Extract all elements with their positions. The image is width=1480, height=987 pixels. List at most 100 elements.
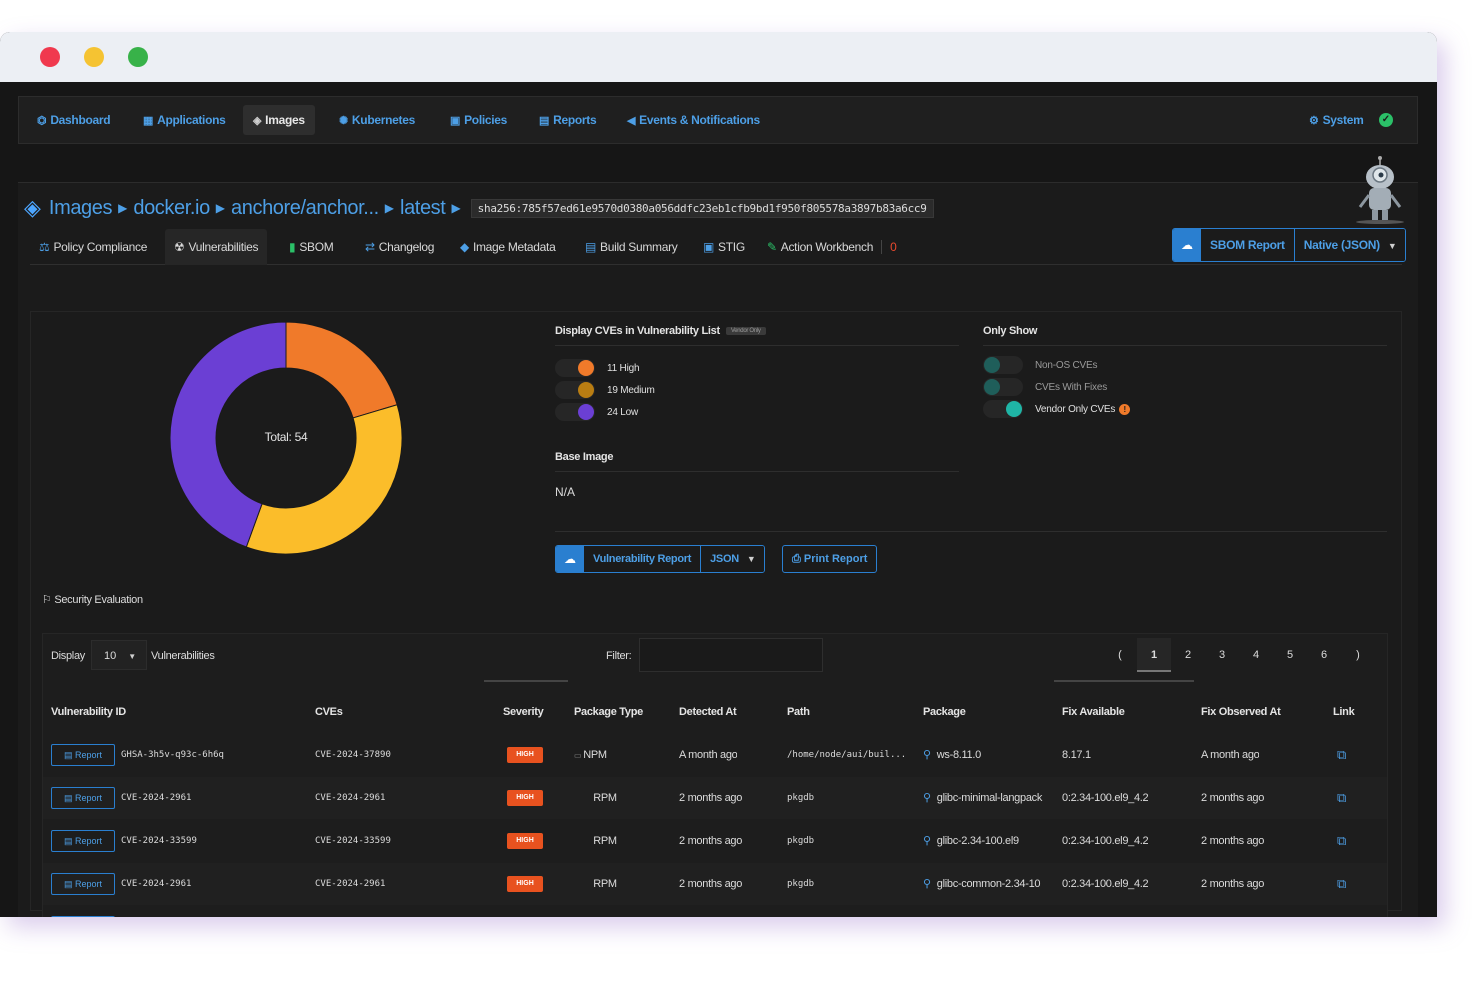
nav-system[interactable]: ⚙System (1299, 105, 1373, 135)
cve-id: CVE-2024-37890 (315, 734, 391, 776)
toggle-switch[interactable] (983, 378, 1023, 396)
report-format-dropdown[interactable]: JSON▼ (700, 546, 764, 572)
toggle-switch[interactable] (983, 356, 1023, 374)
toggle-switch[interactable] (555, 403, 595, 421)
package[interactable]: ⚲glibc-2.34-100.el9 (923, 820, 1059, 862)
report-button[interactable]: ▤ Report (51, 787, 115, 809)
tab-stig[interactable]: ▣STIG (694, 229, 754, 265)
column-header-fix-observed-at[interactable]: Fix Observed At (1201, 692, 1280, 732)
package[interactable]: ⚲glibc-common-2.34-10 (923, 906, 1059, 917)
toggle-low[interactable]: 24 Low (555, 403, 638, 421)
search-icon[interactable]: ⚲ (923, 749, 931, 761)
top-navbar: ⏣Dashboard ▦Applications ◈Images ✺Kubern… (18, 96, 1418, 144)
pagination-page-2[interactable]: 2 (1171, 638, 1205, 672)
workbench-count-badge: 0 (881, 240, 896, 254)
column-header-link[interactable]: Link (1333, 692, 1354, 732)
external-link-icon[interactable]: ⧉ (1337, 790, 1346, 806)
toggle-switch[interactable] (555, 381, 595, 399)
nav-events-notifications[interactable]: ◀Events & Notifications (617, 105, 770, 135)
nav-dashboard[interactable]: ⏣Dashboard (27, 105, 120, 135)
pagination-page-1[interactable]: 1 (1137, 638, 1171, 672)
minimize-window-button[interactable] (84, 47, 104, 67)
tab-changelog[interactable]: ⇄Changelog (356, 229, 443, 265)
filter-input[interactable] (639, 638, 823, 672)
column-header-vulnerability-id[interactable]: Vulnerability ID (51, 692, 126, 732)
external-link-icon[interactable]: ⧉ (1337, 747, 1346, 763)
donut-slice-medium[interactable] (246, 405, 402, 554)
cloud-download-icon[interactable]: ☁ (556, 546, 584, 572)
breadcrumb-repository[interactable]: anchore/anchor... (231, 197, 379, 220)
security-evaluation-label[interactable]: ⚐ Security Evaluation (42, 593, 143, 606)
column-header-detected-at[interactable]: Detected At (679, 692, 736, 732)
toggle-medium[interactable]: 19 Medium (555, 381, 655, 399)
column-header-cves[interactable]: CVEs (315, 692, 343, 732)
search-icon[interactable]: ⚲ (923, 878, 931, 890)
external-link-icon[interactable]: ⧉ (1337, 833, 1346, 849)
fix-available: 0:2.34-100.el9_4.2 (1062, 777, 1148, 819)
toggle-switch[interactable] (983, 400, 1023, 418)
column-header-package-type[interactable]: Package Type (574, 692, 643, 732)
breadcrumb-separator-icon: ▶ (118, 201, 127, 215)
toggle-vendor-only-cves[interactable]: Vendor Only CVEs! (983, 400, 1130, 418)
package[interactable]: ⚲ws-8.11.0 (923, 734, 1059, 776)
donut-slice-high[interactable] (286, 322, 397, 418)
nav-images[interactable]: ◈Images (243, 105, 315, 135)
report-button[interactable]: ▤ Report (51, 873, 115, 895)
pagination-page-5[interactable]: 5 (1273, 638, 1307, 672)
search-icon[interactable]: ⚲ (923, 792, 931, 804)
column-header-package[interactable]: Package (923, 692, 966, 732)
tab-sbom[interactable]: ▮SBOM (280, 229, 342, 265)
column-header-fix-available[interactable]: Fix Available (1062, 692, 1125, 732)
column-header-severity[interactable]: Severity (503, 692, 543, 732)
page-size-select[interactable]: 10▼ (91, 640, 147, 670)
nav-applications[interactable]: ▦Applications (133, 105, 236, 135)
tab-action-workbench[interactable]: ✎Action Workbench0 (758, 229, 906, 265)
breadcrumb-tag[interactable]: latest (400, 197, 445, 220)
sbom-report-button[interactable]: SBOM Report (1201, 229, 1294, 261)
maximize-window-button[interactable] (128, 47, 148, 67)
package[interactable]: ⚲glibc-minimal-langpack (923, 777, 1059, 819)
report-icon: ▤ (64, 879, 75, 889)
package[interactable]: ⚲glibc-common-2.34-10 (923, 863, 1059, 905)
toggle-high[interactable]: 11 High (555, 359, 639, 377)
gear-icon: ⚙ (1309, 115, 1319, 127)
biohazard-icon: ☢ (174, 240, 184, 254)
report-button[interactable]: ▤ Report (51, 744, 115, 766)
pagination-next[interactable]: ) (1341, 638, 1375, 672)
info-icon[interactable]: ! (1119, 404, 1130, 415)
toggle-non-os-cves[interactable]: Non-OS CVEs (983, 356, 1097, 374)
table-row: ▤ ReportCVE-2024-2961CVE-2024-2961HIGHRP… (43, 863, 1387, 905)
nav-policies[interactable]: ▣Policies (440, 105, 517, 135)
nav-reports[interactable]: ▤Reports (529, 105, 606, 135)
toggle-switch[interactable] (555, 359, 595, 377)
search-icon[interactable]: ⚲ (923, 835, 931, 847)
breadcrumb-images[interactable]: Images (49, 197, 112, 220)
window-titlebar (0, 32, 1437, 82)
tab-image-metadata[interactable]: ◆Image Metadata (451, 229, 564, 265)
tab-vulnerabilities[interactable]: ☢Vulnerabilities (165, 229, 267, 265)
vulnerability-table: Display 10▼ Vulnerabilities Filter: ( 1 … (42, 633, 1388, 917)
external-link-icon[interactable]: ⧉ (1337, 876, 1346, 892)
column-header-path[interactable]: Path (787, 692, 810, 732)
close-window-button[interactable] (40, 47, 60, 67)
pagination-page-4[interactable]: 4 (1239, 638, 1273, 672)
pagination-page-3[interactable]: 3 (1205, 638, 1239, 672)
vulnerability-report-button[interactable]: Vulnerability Report (584, 546, 700, 572)
tab-build-summary[interactable]: ▤Build Summary (576, 229, 687, 265)
toggle-cves-with-fixes[interactable]: CVEs With Fixes (983, 378, 1107, 396)
report-button[interactable]: ▤ Report (51, 916, 115, 917)
pagination-prev[interactable]: ( (1103, 638, 1137, 672)
path: /home/node/aui/buil... (787, 734, 911, 776)
severity-badge: HIGH (507, 747, 543, 763)
tab-policy-compliance[interactable]: ⚖Policy Compliance (30, 229, 156, 265)
breadcrumb-separator-icon: ▶ (385, 201, 394, 215)
pagination-page-6[interactable]: 6 (1307, 638, 1341, 672)
nav-kubernetes[interactable]: ✺Kubernetes (329, 105, 425, 135)
checklist-icon: ▣ (703, 240, 714, 254)
fix-available: 0:2.34-100.el9_4.2 (1062, 820, 1148, 862)
report-button[interactable]: ▤ Report (51, 830, 115, 852)
sbom-format-dropdown[interactable]: Native (JSON)▼ (1294, 229, 1406, 261)
cloud-download-icon[interactable]: ☁ (1173, 229, 1201, 261)
print-report-button[interactable]: ⎙ Print Report (782, 545, 877, 573)
breadcrumb-registry[interactable]: docker.io (133, 197, 209, 220)
